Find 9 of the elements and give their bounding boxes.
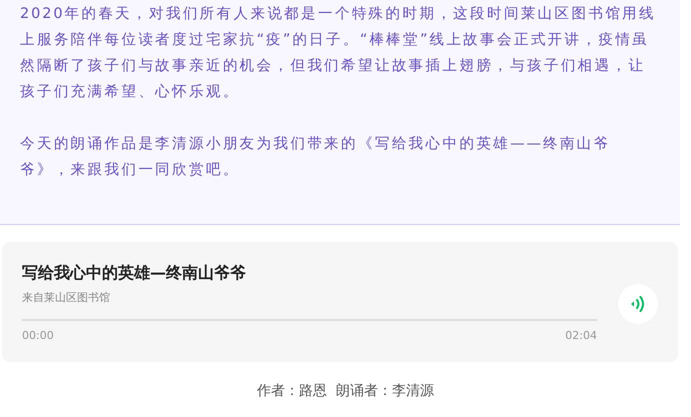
audio-title: 写给我心中的英雄—终南山爷爷 (22, 262, 247, 284)
credits: 作者：路恩 朗诵者：李清源 (257, 382, 434, 401)
current-time: 00:00 (22, 328, 54, 344)
intro-paragraph: 今天的朗诵作品是李清源小朋友为我们带来的《写给我心中的英雄——终南山爷爷》，来跟我们一同欣赏吧。 (20, 134, 612, 180)
audio-source: 来自莱山区图书馆 (22, 290, 111, 306)
play-button[interactable] (618, 284, 658, 324)
sound-wave-icon (630, 295, 646, 313)
intro-paragraph: 2020年的春天，对我们所有人来说都是一个特殊的时期，这段时间莱山区图书馆用线上服务陪伴每位读者度过宅家抗“疫”的日子。“棒棒堂”线上故事会正式开讲，疫情虽然隔断了孩子们与故事亲近的机会，但我们希望让故事插上翅膀，与孩子们相遇，让孩子们充满希望、心怀乐观。 (20, 5, 658, 102)
duration: 02:04 (565, 328, 597, 344)
